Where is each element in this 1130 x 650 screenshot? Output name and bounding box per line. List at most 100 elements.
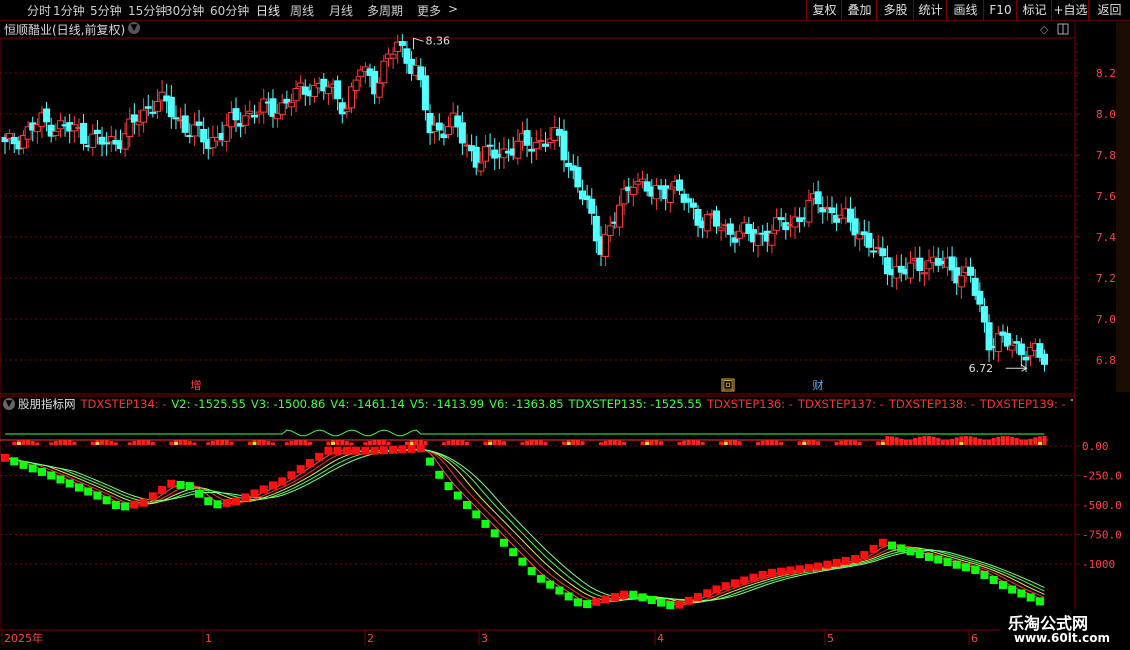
zero-band-bar	[899, 438, 904, 445]
zero-band-bar	[659, 441, 664, 445]
candle-up	[639, 178, 647, 183]
indicator-name[interactable]: 股朋指标网	[18, 397, 76, 411]
zero-band-bar	[298, 440, 303, 445]
indicator-block-down	[453, 491, 462, 500]
toolbar-button-0[interactable]: 复权	[806, 0, 842, 20]
zero-band-bar	[756, 442, 761, 445]
indicator-block-down	[980, 570, 989, 579]
chevron-down-icon[interactable]: ▼	[128, 22, 140, 34]
period-0[interactable]: 分时	[27, 2, 51, 19]
zero-band-bar	[562, 441, 567, 445]
zero-band-bar	[811, 440, 816, 445]
zero-band-bar	[931, 436, 936, 445]
zero-band-bar	[224, 440, 229, 445]
zero-band-bar	[146, 440, 151, 445]
indicator-block-down	[915, 550, 924, 559]
zero-band-bar	[913, 438, 918, 445]
zero-band-bar	[58, 440, 63, 445]
zero-band-bar	[1000, 436, 1005, 445]
indicator-block-down	[195, 489, 204, 498]
indicator-block-down	[121, 502, 130, 511]
candle-down	[851, 218, 859, 236]
indicator-value-3: V4: -1461.14	[330, 397, 405, 411]
candle-up	[190, 124, 198, 137]
period-5[interactable]: 60分钟	[210, 2, 249, 19]
indicator-chevron-icon[interactable]: ▼	[3, 398, 15, 410]
period-8[interactable]: 月线	[329, 2, 353, 19]
indicator-value-10: TDXSTEP139: -	[979, 397, 1066, 411]
toolbar-button-6[interactable]: 标记	[1016, 0, 1052, 20]
indicator-block-up	[398, 445, 407, 454]
indicator-block-up	[296, 465, 305, 474]
zero-band-bar	[903, 440, 908, 445]
zero-band-bar	[769, 440, 774, 445]
candle-up	[754, 233, 762, 246]
zero-band-bar	[465, 441, 469, 445]
toolbar-button-4[interactable]: 画线	[946, 0, 984, 20]
period-toolbar: 分时 1分钟 5分钟 15分钟 30分钟 60分钟 日线 周线 月线 多周期 更多 > 复权 叠加 多股 统计…	[0, 0, 1130, 21]
period-9[interactable]: 多周期	[367, 2, 403, 19]
indicator-block-up	[777, 567, 786, 576]
zero-band-bar	[1024, 440, 1029, 445]
indicator-block-up	[694, 593, 702, 602]
indicator-value-11: TDXSTEP	[1071, 397, 1073, 411]
zero-band-bar	[1033, 437, 1038, 445]
zero-band-bar	[691, 440, 696, 445]
indicator-block-up	[315, 452, 324, 461]
period-7[interactable]: 周线	[290, 2, 314, 19]
toolbar-button-2[interactable]: 多股	[876, 0, 914, 20]
indicator-block-up	[268, 481, 277, 490]
candle-down	[726, 223, 734, 235]
zero-band-bar	[446, 440, 451, 445]
candle-down	[130, 114, 138, 123]
zero-band-bar	[927, 436, 931, 445]
zero-band-bar	[853, 440, 858, 445]
period-4[interactable]: 30分钟	[165, 2, 204, 19]
indicator-block-up	[352, 446, 361, 455]
indicator-tick-label: -1000	[1082, 558, 1115, 571]
period-3[interactable]: 15分钟	[128, 2, 167, 19]
toolbar-button-5[interactable]: F10	[983, 0, 1017, 20]
zero-band-bar	[183, 440, 188, 445]
period-10[interactable]: 更多	[417, 2, 441, 19]
zero-band-bar	[150, 441, 155, 445]
chevron-right-icon[interactable]: >	[448, 2, 458, 16]
indicator-block-down	[906, 547, 915, 556]
zero-band-bar	[622, 441, 627, 445]
indicator-block-up	[814, 562, 823, 571]
kline-chart[interactable]: 8.208.007.807.607.407.207.006.80 0.00 -25…	[0, 0, 1130, 650]
indicator-value-4: V5: -1413.99	[409, 397, 485, 411]
zero-band-bar	[215, 440, 220, 445]
zero-band-bar	[1010, 436, 1015, 445]
zero-band-bar	[72, 441, 77, 445]
candle-up	[380, 60, 388, 84]
indicator-y-axis: 0.00 -250.0 -500.0 -750.0 -1000	[1075, 440, 1122, 571]
indicator-block-down	[1008, 585, 1017, 594]
indicator-block-up	[730, 579, 739, 588]
period-2[interactable]: 5分钟	[90, 2, 122, 19]
toolbar-button-8[interactable]: 返回	[1088, 0, 1130, 20]
indicator-block-up	[389, 445, 398, 454]
indicator-block-up	[795, 565, 804, 574]
period-1[interactable]: 1分钟	[53, 2, 85, 19]
zero-band-bar	[187, 441, 192, 445]
indicator-block-down	[176, 480, 185, 489]
zero-band-bar	[113, 442, 118, 445]
zero-band-bar	[1019, 439, 1024, 445]
period-6[interactable]: 日线	[256, 2, 280, 19]
candle-down	[93, 129, 101, 134]
indicator-panel-frame	[0, 395, 1076, 631]
indicator-block-down	[1026, 593, 1035, 602]
zero-band-bar	[617, 440, 622, 445]
zero-band-bar	[178, 440, 183, 445]
toolbar-button-3[interactable]: 统计	[913, 0, 947, 20]
zero-band-bar	[229, 441, 234, 445]
indicator-block-down	[1017, 589, 1026, 598]
zero-band-bar	[991, 438, 996, 445]
indicator-block-down	[481, 519, 490, 528]
toolbar-button-1[interactable]: 叠加	[841, 0, 877, 20]
indicator-block-up	[860, 551, 869, 560]
toolbar-button-7[interactable]: +自选	[1051, 0, 1089, 20]
indicator-block-up	[869, 544, 878, 553]
zero-band-bar	[534, 440, 539, 445]
